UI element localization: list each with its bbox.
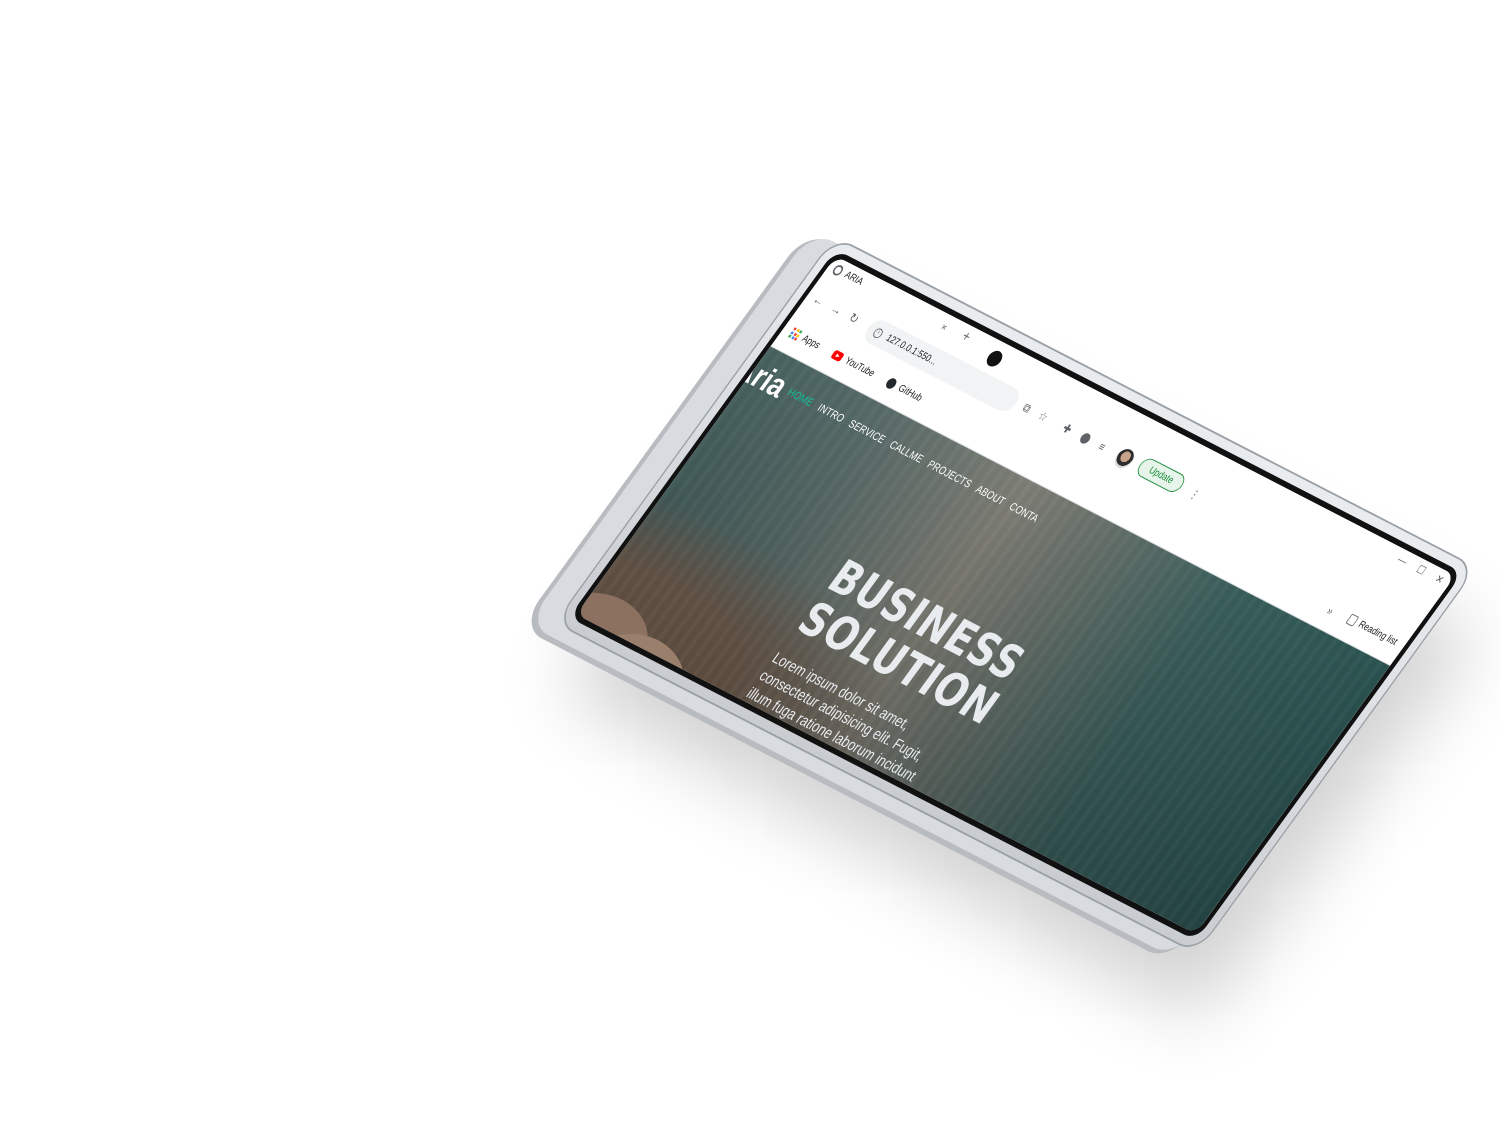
extensions-puzzle-icon[interactable]: ✚: [1059, 421, 1075, 437]
profile-avatar[interactable]: [1110, 446, 1138, 472]
site-info-icon[interactable]: i: [871, 326, 886, 340]
reading-list-icon: [1345, 613, 1360, 627]
new-tab-button[interactable]: +: [958, 329, 974, 346]
menu-kebab-icon[interactable]: ⋮: [1186, 486, 1203, 503]
close-window-button[interactable]: ✕: [1432, 572, 1447, 587]
mockup-stage: ARIA × + — ☐ ✕ ← → ↻ i 127.0.0.1:550... …: [0, 0, 1500, 1125]
minimize-button[interactable]: —: [1395, 553, 1411, 568]
bookmarks-overflow-icon[interactable]: »: [1324, 604, 1336, 617]
hero-section: BUSINESS SOLUTION Lorem ipsum dolor sit …: [696, 550, 1093, 889]
translate-icon[interactable]: ⧉: [1019, 400, 1035, 416]
globe-icon: [830, 263, 846, 278]
bookmark-github[interactable]: GitHub: [884, 376, 925, 404]
reload-button[interactable]: ↻: [845, 310, 863, 327]
bookmark-youtube[interactable]: YouTube: [830, 349, 877, 379]
nav-service[interactable]: SERVICE: [846, 417, 889, 446]
bookmark-label: Apps: [799, 333, 823, 352]
bookmark-label: GitHub: [895, 382, 925, 404]
reading-list-label: Reading list: [1355, 618, 1400, 648]
extension-icon[interactable]: [1077, 431, 1093, 446]
browser-viewport: ARIA × + — ☐ ✕ ← → ↻ i 127.0.0.1:550... …: [576, 256, 1456, 934]
back-button[interactable]: ←: [810, 291, 828, 308]
bookmark-star-icon[interactable]: ☆: [1035, 408, 1051, 425]
github-icon: [884, 376, 899, 391]
nav-projects[interactable]: PROJECTS: [925, 458, 975, 491]
maximize-button[interactable]: ☐: [1414, 563, 1429, 578]
rock-decoration: [641, 674, 753, 767]
nav-home[interactable]: HOME: [785, 386, 817, 409]
bookmark-label: YouTube: [842, 355, 878, 380]
reading-queue-icon[interactable]: ≡: [1095, 439, 1109, 454]
tab-title: ARIA: [842, 269, 866, 288]
youtube-icon: [830, 349, 845, 363]
nav-about[interactable]: ABOUT: [973, 483, 1008, 508]
tab-close-icon[interactable]: ×: [938, 320, 951, 334]
site-logo[interactable]: Aria: [727, 349, 796, 405]
phone-screen: ARIA × + — ☐ ✕ ← → ↻ i 127.0.0.1:550... …: [568, 249, 1463, 941]
browser-tab[interactable]: ARIA: [830, 263, 866, 288]
apps-grid-icon: [787, 327, 803, 341]
phone-device: ARIA × + — ☐ ✕ ← → ↻ i 127.0.0.1:550... …: [556, 238, 1475, 952]
nav-callme[interactable]: CALLME: [887, 438, 927, 465]
bookmark-apps[interactable]: Apps: [787, 327, 823, 352]
forward-button[interactable]: →: [828, 301, 846, 318]
nav-intro[interactable]: INTRO: [815, 401, 848, 425]
nav-contact[interactable]: CONTA: [1006, 500, 1041, 525]
url-text[interactable]: 127.0.0.1:550...: [883, 333, 939, 368]
rock-decoration: [576, 615, 707, 754]
discover-button[interactable]: DISCOVER: [696, 731, 816, 813]
